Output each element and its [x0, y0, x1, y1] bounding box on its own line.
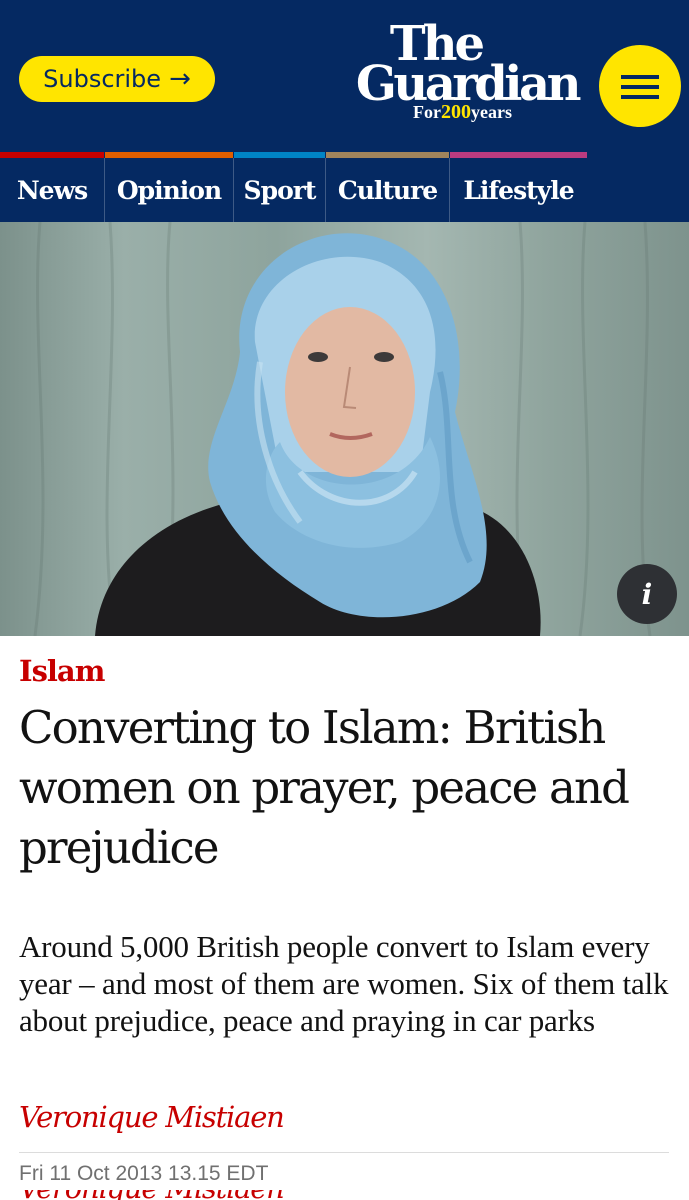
publish-date: Fri 11 Oct 2013 13.15 EDT: [19, 1162, 269, 1185]
nav-item-sport[interactable]: Sport: [234, 158, 325, 222]
section-kicker[interactable]: Islam: [19, 654, 105, 688]
nav-item-culture[interactable]: Culture: [326, 158, 449, 222]
menu-bar-1: [621, 75, 659, 79]
nav-item-news[interactable]: News: [0, 158, 104, 222]
portrait-illustration: [33, 222, 652, 636]
author-byline[interactable]: Veronique Mistiaen: [19, 1100, 285, 1134]
menu-bar-3: [621, 95, 659, 99]
article-standfirst: Around 5,000 British people convert to I…: [19, 929, 669, 1038]
tagline-200: 200: [441, 101, 472, 123]
menu-bar-2: [621, 85, 659, 89]
arrow-right-icon: →: [169, 64, 191, 94]
author-byline-repeat: Veronique Mistiaen: [19, 1190, 284, 1200]
logo-tagline: For200years: [413, 102, 512, 122]
tagline-years: years: [471, 102, 512, 122]
hamburger-menu-icon[interactable]: [599, 45, 681, 127]
author-byline-partial[interactable]: Veronique Mistiaen: [19, 1190, 284, 1200]
subscribe-button[interactable]: Subscribe →: [19, 56, 215, 102]
hero-image: [0, 222, 689, 636]
image-info-button[interactable]: i: [617, 564, 677, 624]
meta-divider: [19, 1152, 669, 1153]
article-headline: Converting to Islam: British women on pr…: [19, 701, 630, 874]
subscribe-label: Subscribe: [43, 65, 162, 93]
nav-item-lifestyle[interactable]: Lifestyle: [450, 158, 587, 222]
nav-item-opinion[interactable]: Opinion: [105, 158, 233, 222]
pillar-nav: News Opinion Sport Culture Lifestyle: [0, 152, 689, 222]
guardian-logo[interactable]: The Guardian For200years: [326, 16, 584, 128]
masthead: Subscribe → The Guardian For200years: [0, 0, 689, 152]
tagline-for: For: [413, 102, 442, 122]
